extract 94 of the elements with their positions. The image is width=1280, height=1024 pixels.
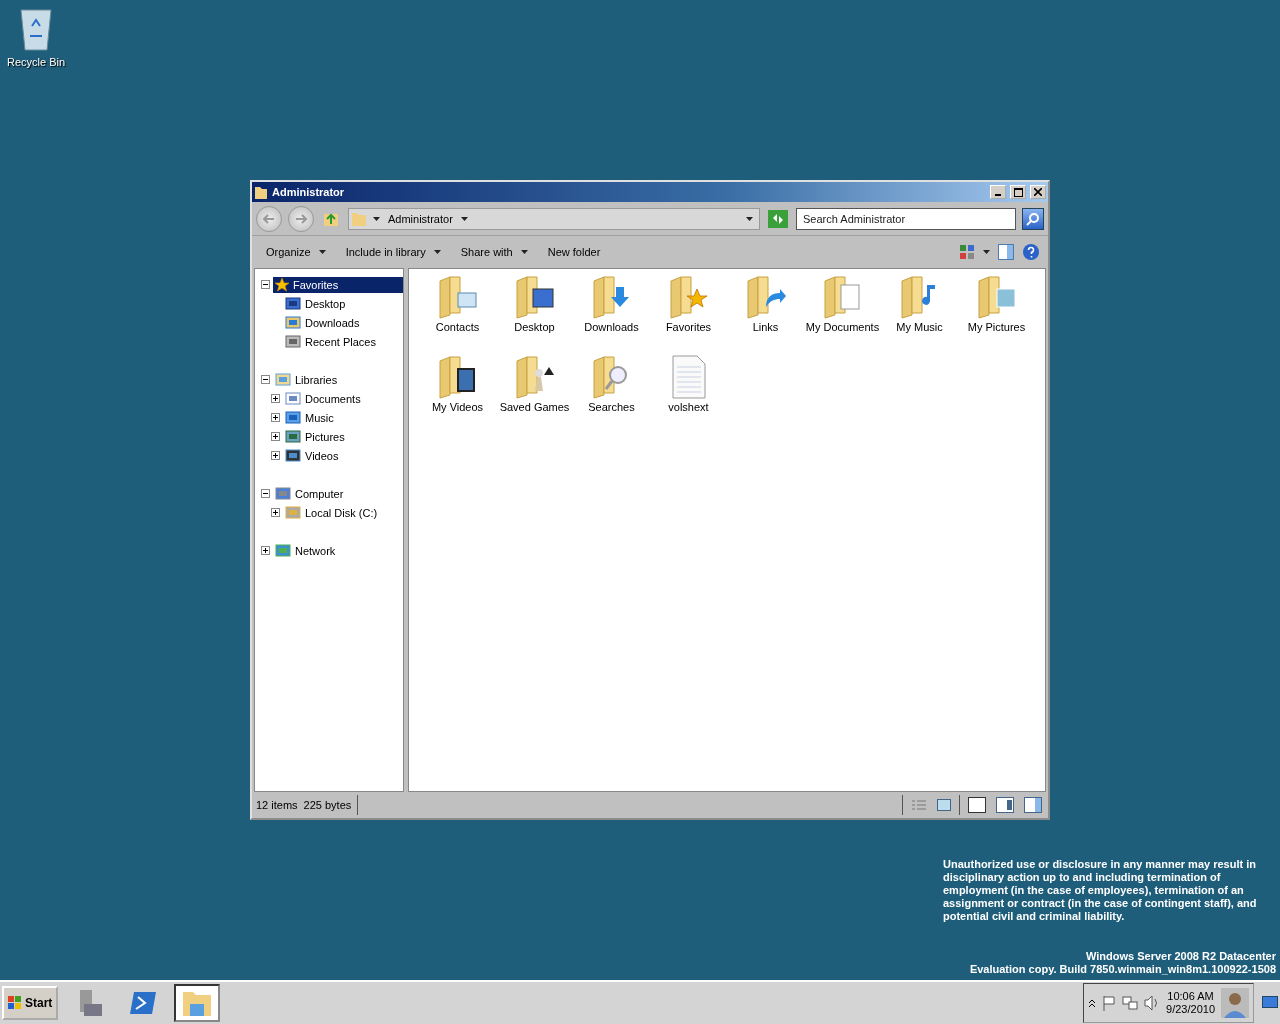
folder-icon: [254, 184, 268, 200]
caret-icon: [983, 250, 990, 254]
nav-tree-item[interactable]: Videos: [283, 447, 403, 464]
taskbar-button[interactable]: [174, 984, 221, 1022]
caret-icon: [460, 216, 468, 221]
caret-icon: [373, 216, 380, 221]
back-arrow-icon: [263, 213, 275, 224]
file-name[interactable]: Favorites: [651, 321, 726, 334]
breadcrumb[interactable]: Administrator: [386, 212, 455, 225]
flag-icon[interactable]: [1102, 995, 1117, 1011]
view-dropdown-button[interactable]: [981, 248, 992, 256]
expand-toggle[interactable]: [271, 451, 280, 460]
total-size: 225 bytes: [303, 799, 352, 811]
layout-icon[interactable]: [994, 795, 1016, 815]
desktop-icon-label: Recycle Bin: [6, 56, 66, 68]
nav-tree-item[interactable]: Documents: [283, 390, 403, 407]
file-name[interactable]: Contacts: [420, 321, 495, 334]
expand-toggle[interactable]: [271, 432, 280, 441]
search-button[interactable]: [1022, 207, 1044, 230]
plus-icon: [262, 547, 269, 554]
plus-icon: [272, 414, 279, 421]
plus-icon: [272, 509, 279, 516]
file-name[interactable]: Links: [728, 321, 803, 334]
close-button[interactable]: [1030, 185, 1046, 199]
file-name[interactable]: Desktop: [497, 321, 572, 334]
nav-tree-item[interactable]: Computer: [273, 485, 403, 502]
caret-icon: [433, 250, 441, 254]
recycle-bin-icon[interactable]: [18, 6, 54, 52]
nav-tree-item[interactable]: Recent Places: [283, 333, 403, 350]
minus-icon: [262, 490, 269, 497]
toolbar-button[interactable]: Include in library: [337, 242, 449, 262]
minus-icon: [262, 376, 269, 383]
clock[interactable]: 10:06 AM 9/23/2010: [1166, 990, 1215, 1016]
nav-tree-item[interactable]: Favorites: [273, 276, 403, 293]
nav-tree-item[interactable]: Libraries: [273, 371, 403, 388]
refresh-button[interactable]: [766, 207, 790, 230]
plus-icon: [272, 452, 279, 459]
nav-tree-item[interactable]: Network: [273, 542, 403, 559]
expand-toggle[interactable]: [271, 394, 280, 403]
layout-icon[interactable]: [966, 795, 988, 815]
search-icon: [1026, 211, 1040, 226]
forward-arrow-icon: [295, 213, 307, 224]
item-count: 12 items: [256, 799, 298, 811]
nav-tree-item[interactable]: Local Disk (C:): [283, 504, 403, 521]
plus-icon: [272, 433, 279, 440]
expand-toggle[interactable]: [261, 489, 270, 498]
maximize-button[interactable]: [1010, 185, 1026, 199]
expand-toggle[interactable]: [271, 508, 280, 517]
caret-icon: [318, 250, 326, 254]
user-icon[interactable]: [1221, 988, 1249, 1018]
expand-toggle[interactable]: [261, 546, 270, 555]
show-desktop-icon[interactable]: [1262, 996, 1278, 1010]
file-name[interactable]: My Pictures: [959, 321, 1034, 334]
help-icon[interactable]: [1020, 241, 1042, 263]
minus-icon: [262, 281, 269, 288]
file-name[interactable]: volshext: [651, 401, 726, 414]
text-file-icon: [670, 355, 707, 399]
start-button[interactable]: Start: [2, 986, 59, 1020]
address-bar[interactable]: Administrator: [348, 207, 760, 230]
nav-tree-item[interactable]: Downloads: [283, 314, 403, 331]
caret-icon: [520, 250, 528, 254]
plus-icon: [272, 395, 279, 402]
version-info: Evaluation copy. Build 7850.winmain_win8m1.100922-1508: [969, 963, 1276, 976]
nav-tree-item[interactable]: Music: [283, 409, 403, 426]
layout-icon[interactable]: [1022, 795, 1044, 815]
windows-logo-icon: [8, 996, 22, 1010]
chevron-icon[interactable]: [1088, 998, 1097, 1008]
file-name[interactable]: Saved Games: [497, 401, 572, 414]
toolbar-button[interactable]: Organize: [258, 242, 334, 262]
folder-icon: [351, 210, 367, 227]
expand-toggle[interactable]: [271, 413, 280, 422]
file-name[interactable]: My Documents: [805, 321, 880, 334]
file-name[interactable]: Searches: [574, 401, 649, 414]
minimize-button[interactable]: [990, 185, 1006, 199]
file-name[interactable]: My Videos: [420, 401, 495, 414]
file-name[interactable]: My Music: [882, 321, 957, 334]
preview-pane-icon[interactable]: [996, 242, 1016, 262]
version-info: Windows Server 2008 R2 Datacenter: [1085, 950, 1276, 963]
toolbar-button[interactable]: Share with: [452, 242, 536, 262]
nav-tree-item[interactable]: Pictures: [283, 428, 403, 445]
window-title: Administrator: [272, 186, 346, 198]
nav-tree-item[interactable]: Desktop: [283, 295, 403, 312]
powershell-icon: [128, 990, 159, 1016]
expand-toggle[interactable]: [261, 375, 270, 384]
legal-notice: Unauthorized use or disclosure in any manner may result in disciplinary action up to and including termination of employment (in the case of employees), termination of an assignment or contract (in the case of contingent staff), and potential civil and criminal liability.: [943, 858, 1258, 923]
close-icon: [1034, 188, 1042, 196]
search-field[interactable]: Search Administrator: [796, 207, 1016, 230]
toolbar-button[interactable]: New folder: [539, 242, 609, 262]
caret-icon: [746, 216, 753, 221]
maximize-icon: [1013, 187, 1023, 197]
star-icon: [275, 277, 289, 292]
file-name[interactable]: Downloads: [574, 321, 649, 334]
expand-toggle[interactable]: [261, 280, 270, 289]
thumbnail-view-icon[interactable]: [935, 797, 953, 813]
